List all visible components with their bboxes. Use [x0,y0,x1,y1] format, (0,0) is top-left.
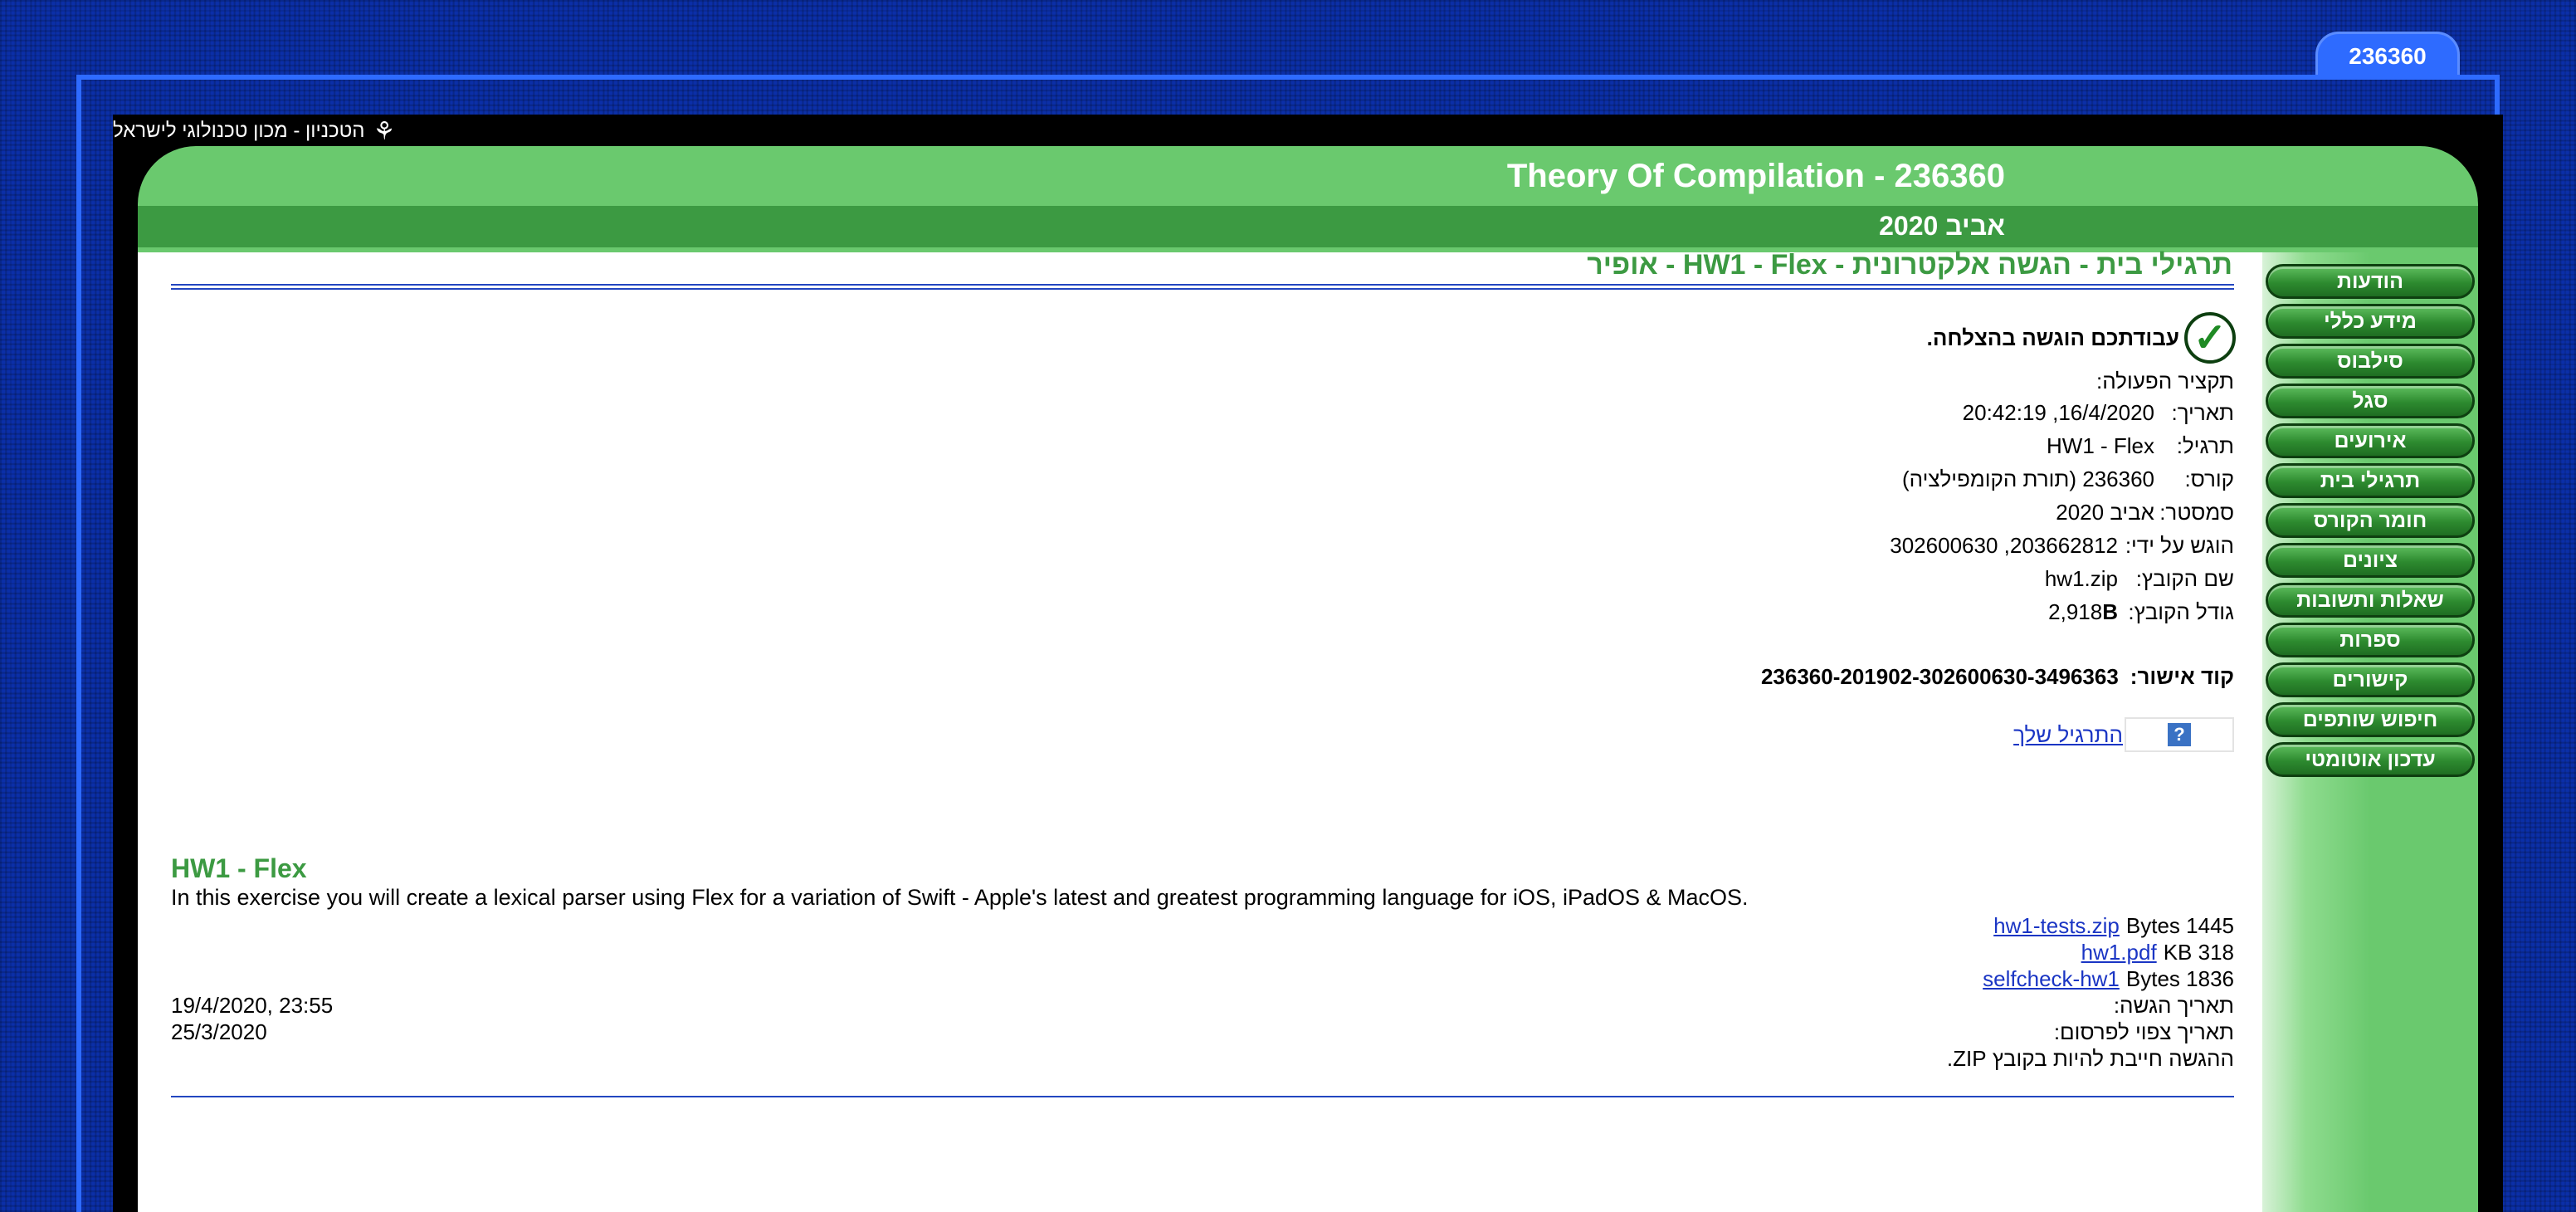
nav-item-auto-update[interactable]: עדכון אוטומטי [2266,742,2475,777]
nav-item-general-info[interactable]: מידע כללי [2266,304,2475,339]
semester-bar: אביב 2020 [138,206,2478,247]
due-date-label: תאריך הגשה: [2113,993,2234,1018]
file-link-hw1-pdf[interactable]: hw1.pdf [2081,940,2157,965]
detail-value: אביב 2020 [2056,500,2154,525]
nav-item-faq[interactable]: שאלות ותשובות [2266,583,2475,618]
detail-row-exercise: תרגיל: HW1 - Flex [2047,433,2234,459]
nav-item-events[interactable]: אירועים [2266,423,2475,458]
file-size: 1836 Bytes [2125,966,2234,991]
detail-row-file-size: גודל הקובץ: 2,918B [2048,599,2234,625]
course-header: Theory Of Compilation - 236360 אביב 2020 [138,146,2478,252]
homework-description: In this exercise you will create a lexic… [171,885,1749,910]
publish-date-label: תאריך צפוי לפרסום: [2053,1019,2234,1044]
file-link-hw1-tests[interactable]: hw1-tests.zip [1993,913,2120,939]
detail-row-file-name: שם הקובץ: hw1.zip [2045,566,2234,592]
help-row: ? התרגיל שלך [2013,717,2234,752]
nav-item-staff[interactable]: סגל [2266,384,2475,418]
technion-bar: ⚘ הטכניון - מכון טכנולוגי לישראל [113,115,2503,148]
zip-note: ההגשה חייבת להיות בקובץ ZIP. [1946,1046,2234,1071]
course-number-tab[interactable]: 236360 [2315,32,2460,78]
nav-item-syllabus[interactable]: סילבוס [2266,344,2475,379]
due-date-value: 19/4/2020, 23:55 [171,993,334,1018]
approval-row: קוד אישור: 236360-201902-302600630-34963… [1761,664,2234,690]
nav-item-literature[interactable]: ספרות [2266,623,2475,657]
nav-item-course-material[interactable]: חומר הקורס [2266,503,2475,538]
detail-label: הוגש על ידי: [2125,533,2234,558]
file-row: 1836 Bytes selfcheck-hw1 [1983,966,2234,992]
help-icon[interactable]: ? [2168,723,2191,746]
detail-label: שם הקובץ: [2135,566,2234,591]
section-divider [171,1096,2234,1097]
file-size-unit: B [2102,599,2118,624]
file-size-number: 2,918 [2048,599,2103,624]
nav-item-links[interactable]: קישורים [2266,662,2475,697]
detail-label: סמסטר: [2159,500,2234,525]
approval-label: קוד אישור: [2130,664,2234,689]
success-message: עבודתכם הוגשה בהצלחה. [1926,325,2179,350]
nav-item-partner-search[interactable]: חיפוש שותפים [2266,702,2475,737]
summary-title: תקציר הפעולה: [2096,369,2234,393]
detail-value: HW1 - Flex [2047,433,2154,458]
nav-item-grades[interactable]: ציונים [2266,543,2475,578]
page-title: תרגילי בית - הגשה אלקטרונית - HW1 - Flex… [1587,249,2232,281]
technion-name: הטכניון - מכון טכנולוגי לישראל [113,120,365,142]
technion-logo-icon: ⚘ [373,117,396,145]
your-exercise-link[interactable]: התרגיל שלך [2013,722,2123,748]
homework-title: HW1 - Flex [171,853,307,883]
detail-label: קורס: [2184,467,2234,491]
nav-item-announcements[interactable]: הודעות [2266,264,2475,299]
semester-label: אביב 2020 [1879,211,2005,241]
heading-divider-second [171,288,2234,290]
publish-date-value: 25/3/2020 [171,1019,267,1044]
approval-code: 236360-201902-302600630-3496363 [1760,664,2119,689]
detail-row-semester: סמסטר: אביב 2020 [2056,500,2234,525]
detail-row-date: תאריך: 16/4/2020, 20:42:19 [1963,400,2234,426]
checkmark-icon: ✓ [2184,312,2236,364]
success-row: ✓ עבודתכם הוגשה בהצלחה. [1927,312,2236,364]
file-size: 318 KB [2163,940,2234,965]
detail-value: 16/4/2020, 20:42:19 [1962,400,2154,425]
detail-label: תאריך: [2171,400,2234,425]
main-content [138,252,2262,1212]
detail-row-course: קורס: 236360 (תורת הקומפילציה) [1902,467,2234,492]
detail-label: תרגיל: [2176,433,2234,458]
file-row: 318 KB hw1.pdf [2081,940,2234,965]
nav-item-homework[interactable]: תרגילי בית [2266,463,2475,498]
detail-row-submitted-by: הוגש על ידי: 203662812, 302600630 [1890,533,2234,559]
detail-label: גודל הקובץ: [2128,599,2234,624]
heading-divider [171,284,2234,286]
file-size: 1445 Bytes [2125,913,2234,938]
detail-value: 2,918B [2048,599,2118,625]
detail-value: 203662812, 302600630 [1890,533,2118,558]
file-link-selfcheck[interactable]: selfcheck-hw1 [1983,966,2120,992]
file-row: 1445 Bytes hw1-tests.zip [1993,913,2234,939]
course-title: Theory Of Compilation - 236360 [1506,158,2005,194]
detail-value: 236360 (תורת הקומפילציה) [1901,467,2154,491]
detail-value: hw1.zip [2044,566,2118,591]
help-box[interactable]: ? [2125,717,2234,752]
